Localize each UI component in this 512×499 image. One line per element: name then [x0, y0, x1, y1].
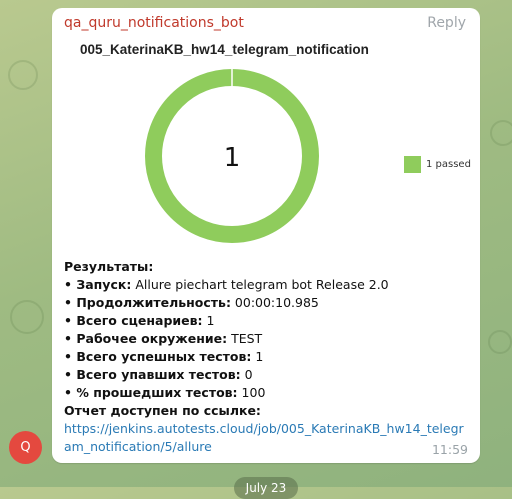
wallpaper-doodle: [490, 120, 512, 146]
reply-button[interactable]: Reply: [427, 15, 466, 31]
result-line: Результаты:: [64, 259, 154, 274]
wallpaper-doodle: [10, 300, 44, 334]
report-link-caption: Отчет доступен по ссылке:: [64, 403, 261, 418]
percent-line: • % прошедших тестов: 100: [64, 385, 266, 400]
date-separator: July 23: [234, 477, 298, 499]
duration-line: • Продолжительность: 00:00:10.985: [64, 295, 319, 310]
donut-chart: 1: [145, 68, 319, 243]
report-text: Результаты: • Запуск: Allure piechart te…: [64, 258, 469, 456]
allure-pie-chart[interactable]: 005_KaterinaKB_hw14_telegram_notificatio…: [64, 38, 474, 253]
environment-line: • Рабочее окружение: TEST: [64, 331, 263, 346]
failed-line: • Всего упавших тестов: 0: [64, 367, 253, 382]
message-bubble[interactable]: qa_quru_notifications_bot Reply 005_Kate…: [52, 8, 480, 463]
donut-center-label: 1: [224, 143, 241, 173]
scenarios-line: • Всего сценариев: 1: [64, 313, 215, 328]
legend-label-passed: 1 passed: [426, 159, 471, 170]
launch-line: • Запуск: Allure piechart telegram bot R…: [64, 277, 389, 292]
chart-title: 005_KaterinaKB_hw14_telegram_notificatio…: [80, 42, 369, 57]
wallpaper-doodle: [488, 330, 512, 354]
bot-avatar[interactable]: Q: [9, 431, 42, 464]
passed-line: • Всего успешных тестов: 1: [64, 349, 264, 364]
wallpaper-doodle: [8, 60, 38, 90]
sender-name[interactable]: qa_quru_notifications_bot: [64, 15, 244, 31]
chart-legend: 1 passed: [404, 156, 471, 173]
legend-swatch-passed: [404, 156, 421, 173]
message-time: 11:59: [431, 442, 468, 457]
report-link[interactable]: https://jenkins.autotests.cloud/job/005_…: [64, 420, 469, 456]
